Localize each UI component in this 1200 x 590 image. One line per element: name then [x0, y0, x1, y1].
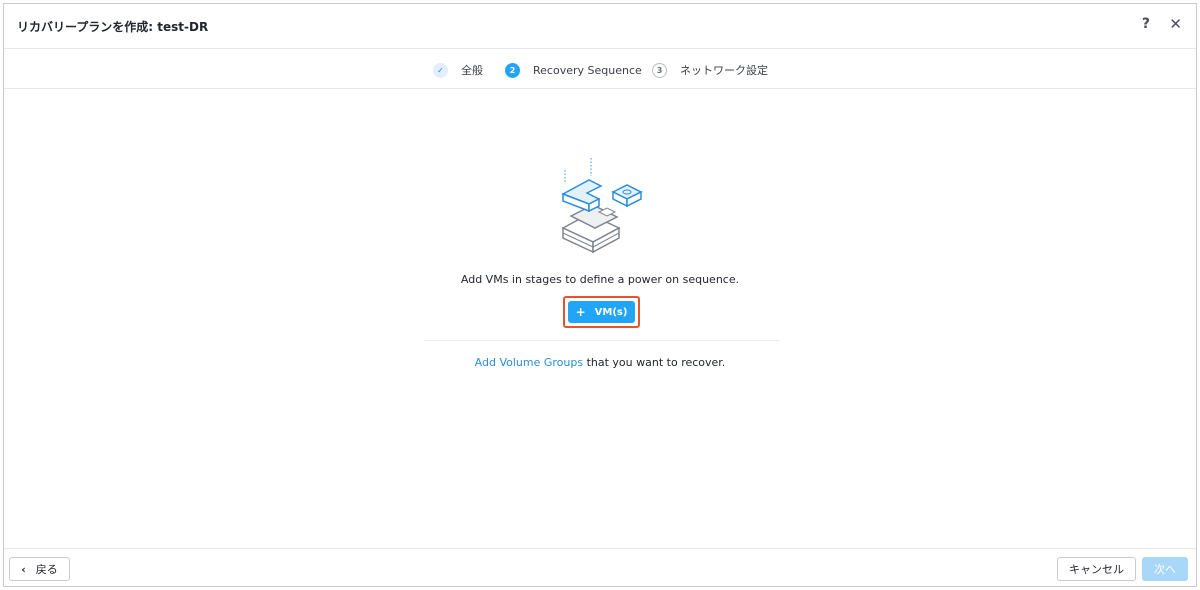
empty-state-prompt: Add VMs in stages to define a power on s… — [460, 273, 740, 286]
close-icon[interactable]: ✕ — [1169, 15, 1182, 33]
next-button[interactable]: 次へ — [1142, 557, 1188, 581]
step-number: 3 — [652, 62, 667, 78]
create-recovery-plan-dialog: リカバリープランを作成: test-DR ? ✕ ✓ 全般 2 Recovery… — [3, 3, 1197, 587]
dialog-title: リカバリープランを作成: test-DR — [17, 20, 209, 34]
step-number: 2 — [505, 62, 520, 78]
add-vm-highlight: + VM(s) — [563, 296, 640, 328]
add-vm-button[interactable]: + VM(s) — [568, 301, 635, 323]
step-general[interactable]: ✓ 全般 — [433, 62, 483, 78]
step-network-settings[interactable]: 3 ネットワーク設定 — [652, 62, 768, 78]
chevron-left-icon: ‹ — [21, 562, 26, 576]
add-vm-label: VM(s) — [594, 306, 628, 318]
back-button[interactable]: ‹ 戻る — [9, 557, 70, 581]
cancel-button[interactable]: キャンセル — [1057, 557, 1136, 581]
add-volume-groups-link[interactable]: Add Volume Groups — [475, 356, 583, 369]
step-label: 全般 — [461, 64, 483, 77]
wizard-steps: ✓ 全般 2 Recovery Sequence 3 ネットワーク設定 — [4, 49, 1196, 89]
volume-groups-suffix: that you want to recover. — [583, 356, 726, 369]
plus-icon: + — [575, 305, 586, 319]
step-label: ネットワーク設定 — [680, 64, 768, 77]
divider — [424, 340, 780, 341]
stacked-vm-blocks-illustration — [561, 158, 643, 254]
recovery-sequence-empty-state: Add VMs in stages to define a power on s… — [4, 90, 1196, 550]
back-label: 戻る — [35, 563, 58, 576]
dialog-footer: ‹ 戻る キャンセル 次へ — [4, 548, 1196, 586]
step-recovery-sequence[interactable]: 2 Recovery Sequence — [505, 62, 642, 78]
help-icon[interactable]: ? — [1142, 16, 1150, 32]
check-icon: ✓ — [433, 62, 448, 78]
volume-groups-line: Add Volume Groups that you want to recov… — [4, 356, 1196, 369]
step-label: Recovery Sequence — [533, 63, 642, 77]
dialog-header: リカバリープランを作成: test-DR ? ✕ — [4, 4, 1196, 49]
